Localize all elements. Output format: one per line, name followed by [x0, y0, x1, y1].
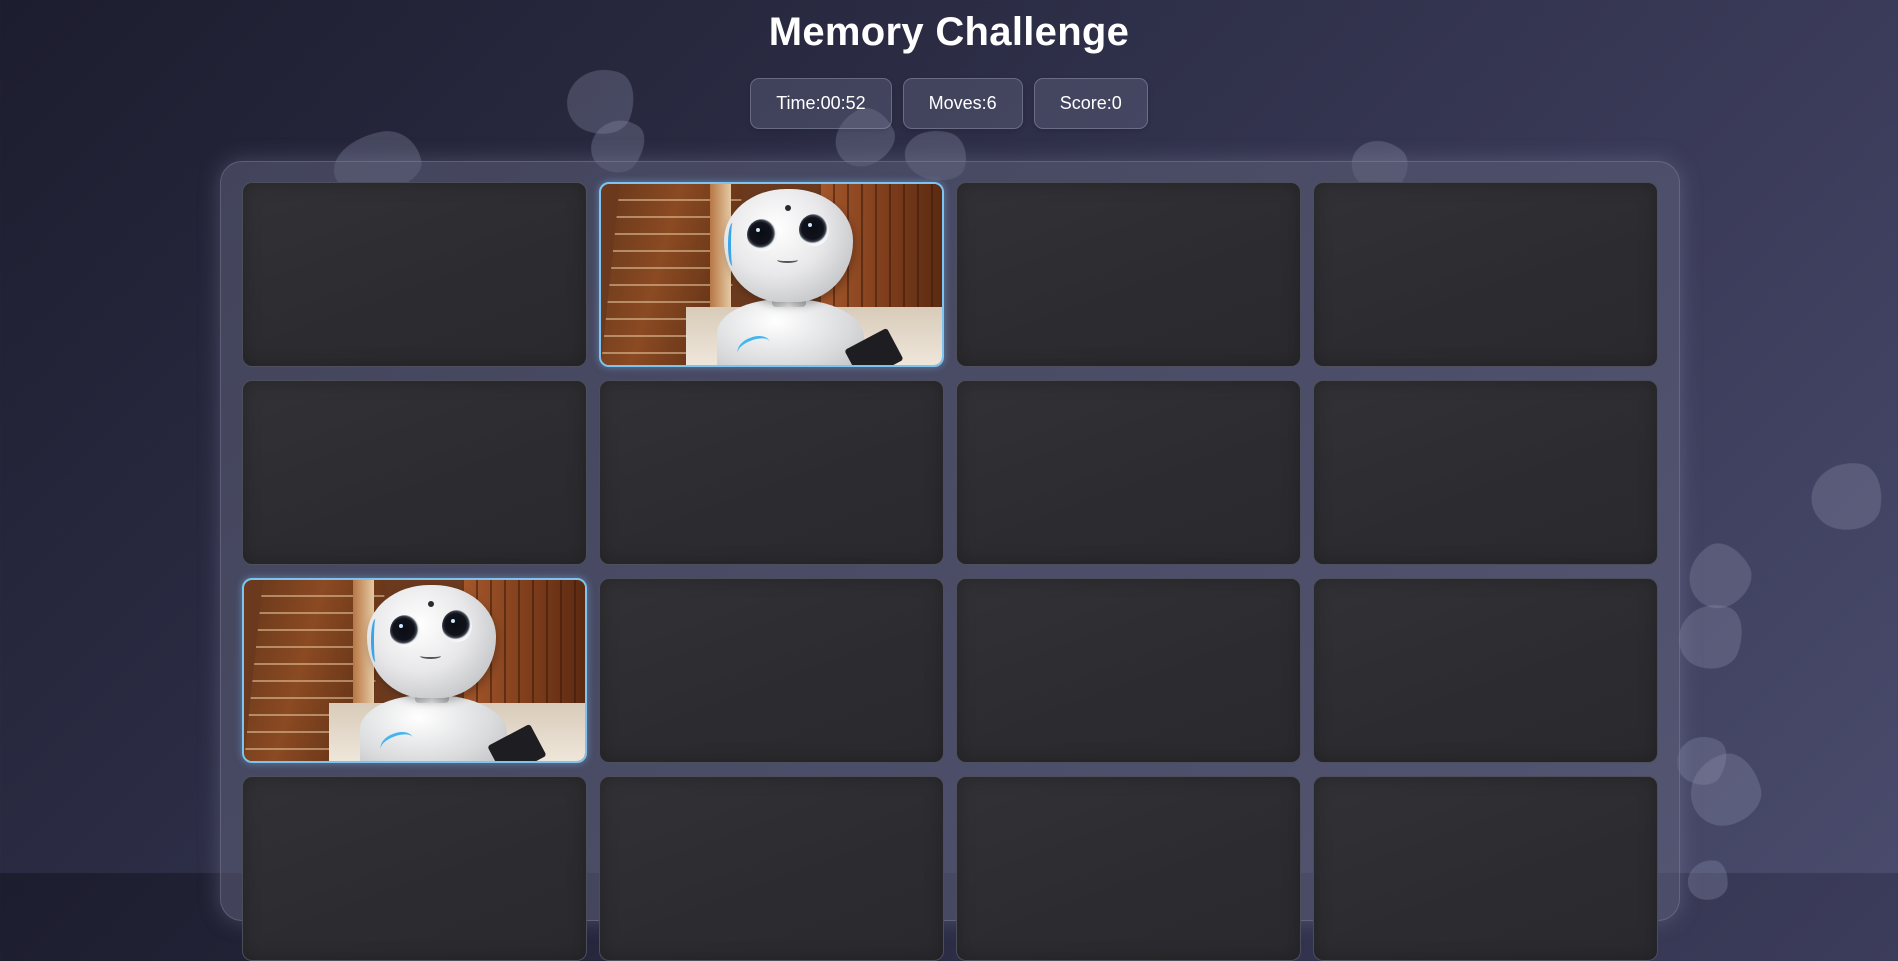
score-display: Score0: [1033, 78, 1148, 129]
moves-label: Moves: [929, 93, 987, 114]
memory-card[interactable]: [599, 380, 944, 565]
memory-card[interactable]: [956, 578, 1301, 763]
background-petal: [1806, 456, 1888, 536]
memory-card-revealed[interactable]: [599, 182, 944, 367]
memory-card[interactable]: [956, 776, 1301, 961]
memory-card[interactable]: [1313, 380, 1658, 565]
moves-value: 6: [986, 93, 997, 113]
game-title: Memory Challenge: [768, 10, 1130, 54]
memory-card[interactable]: [956, 182, 1301, 367]
memory-card[interactable]: [599, 776, 944, 961]
timer-value: 00:52: [820, 93, 866, 113]
memory-card[interactable]: [1313, 776, 1658, 961]
memory-card-revealed[interactable]: [242, 578, 587, 763]
memory-card[interactable]: [599, 578, 944, 763]
robot-photo-icon: [244, 580, 585, 761]
memory-card[interactable]: [956, 380, 1301, 565]
memory-card[interactable]: [242, 380, 587, 565]
background-petal: [1670, 594, 1752, 678]
timer-label: Time: [776, 93, 820, 114]
score-value: 0: [1111, 93, 1122, 113]
background-petal: [1686, 858, 1730, 902]
timer-display: Time00:52: [750, 78, 892, 129]
memory-card[interactable]: [1313, 182, 1658, 367]
robot-photo-icon: [601, 184, 942, 365]
game-board: [220, 161, 1680, 961]
memory-card[interactable]: [242, 776, 587, 961]
memory-card[interactable]: [1313, 578, 1658, 763]
stats-bar: Time00:52 Moves6 Score0: [0, 78, 1898, 129]
moves-counter: Moves6: [902, 78, 1023, 129]
memory-card[interactable]: [242, 182, 587, 367]
card-grid: [242, 182, 1658, 961]
score-label: Score: [1060, 93, 1112, 114]
